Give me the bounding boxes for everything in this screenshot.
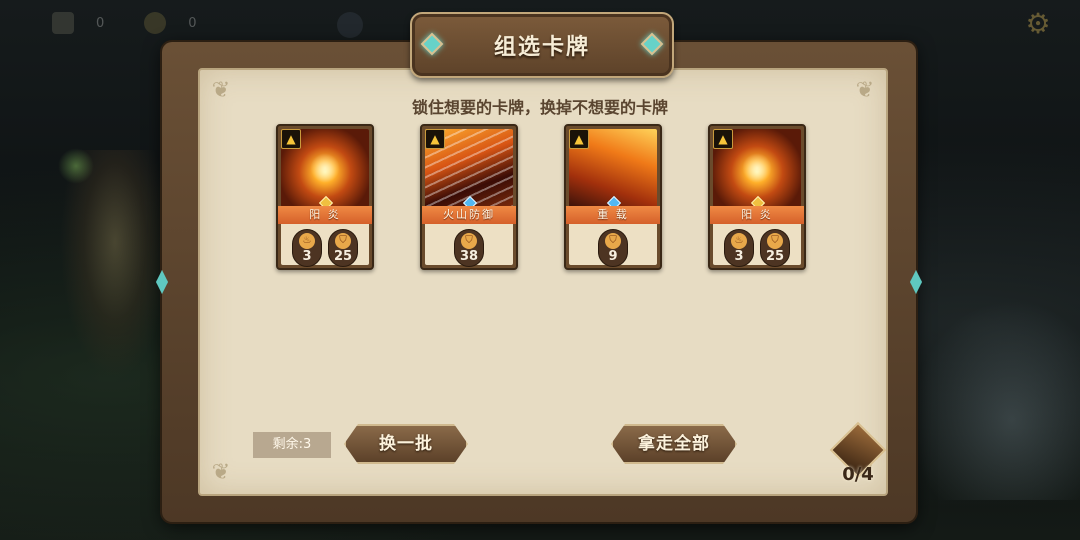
deck-counter[interactable]: 0/4: [828, 421, 888, 490]
gear-icon[interactable]: ⚙: [1024, 10, 1052, 38]
coin-icon: [144, 12, 167, 34]
hud-counter-1-value: 0: [96, 15, 105, 31]
deck-count: 0/4: [842, 464, 874, 485]
background-rocks: [910, 300, 1080, 500]
stat-value: 9: [608, 249, 618, 264]
stat-shield: ⛉ 9: [598, 229, 628, 267]
card-stats: ⛉ 38: [425, 224, 513, 267]
stat-shield: ⛉ 25: [760, 229, 790, 267]
shield-icon: ⛉: [335, 233, 351, 249]
stat-value: 3: [302, 249, 312, 264]
card-name: 阳 炎: [710, 206, 804, 224]
mountain-icon: ▲: [281, 129, 301, 149]
dialog-title-banner: 组选卡牌: [410, 12, 674, 78]
card-1[interactable]: ▲ 阳 炎 ♨ 3 ⛉ 25: [276, 124, 374, 270]
corner-ornament-icon: ❦: [211, 460, 231, 485]
top-hud: 0 0: [52, 12, 363, 38]
stat-value: 38: [459, 249, 479, 264]
shield-icon: ⛉: [767, 233, 783, 249]
card-3[interactable]: ▲ 重 载 ⛉ 9: [564, 124, 662, 270]
mountain-icon: ▲: [425, 129, 445, 149]
card-stats: ⛉ 9: [569, 224, 657, 267]
shield-icon: ⛉: [605, 233, 621, 249]
card-2[interactable]: ▲ 火山防御 ⛉ 38: [420, 124, 518, 270]
card-name: 阳 炎: [278, 206, 372, 224]
hud-counter-1: 0: [52, 12, 104, 34]
stat-value: 3: [734, 249, 744, 264]
card-name: 火山防御: [422, 206, 516, 224]
fire-icon: ♨: [299, 233, 315, 249]
stat-fire: ♨ 3: [724, 229, 754, 267]
stat-shield: ⛉ 25: [328, 229, 358, 267]
background-character: [60, 150, 170, 380]
hud-counter-2-value: 0: [188, 15, 197, 31]
gem-icon: [640, 32, 664, 56]
card-row: ▲ 阳 炎 ♨ 3 ⛉ 25 ▲ 火山防御 ⛉ 38 ▲ 重 载 ⛉ 9 ▲ 阳…: [276, 124, 806, 270]
card-stats: ♨ 3 ⛉ 25: [281, 224, 369, 267]
stat-value: 25: [333, 249, 353, 264]
gem-icon: [420, 32, 444, 56]
remaining-count: 剩余:3: [253, 432, 331, 458]
moon-icon: [337, 12, 363, 38]
background-plant: [58, 148, 94, 184]
dialog-title: 组选卡牌: [493, 35, 590, 60]
mountain-icon: ▲: [569, 129, 589, 149]
shield-icon: ⛉: [461, 233, 477, 249]
fire-icon: ♨: [731, 233, 747, 249]
hud-counter-2: 0: [144, 12, 197, 34]
instruction-text: 锁住想要的卡牌，换掉不想要的卡牌: [411, 98, 668, 117]
reroll-button[interactable]: 换一批: [344, 424, 468, 464]
card-stats: ♨ 3 ⛉ 25: [713, 224, 801, 267]
stat-fire: ♨ 3: [292, 229, 322, 267]
card-name: 重 载: [566, 206, 660, 224]
card-4[interactable]: ▲ 阳 炎 ♨ 3 ⛉ 25: [708, 124, 806, 270]
take-all-button[interactable]: 拿走全部: [611, 424, 737, 464]
hourglass-icon: [52, 12, 74, 34]
stat-value: 25: [765, 249, 785, 264]
mountain-icon: ▲: [713, 129, 733, 149]
stat-shield: ⛉ 38: [454, 229, 484, 267]
